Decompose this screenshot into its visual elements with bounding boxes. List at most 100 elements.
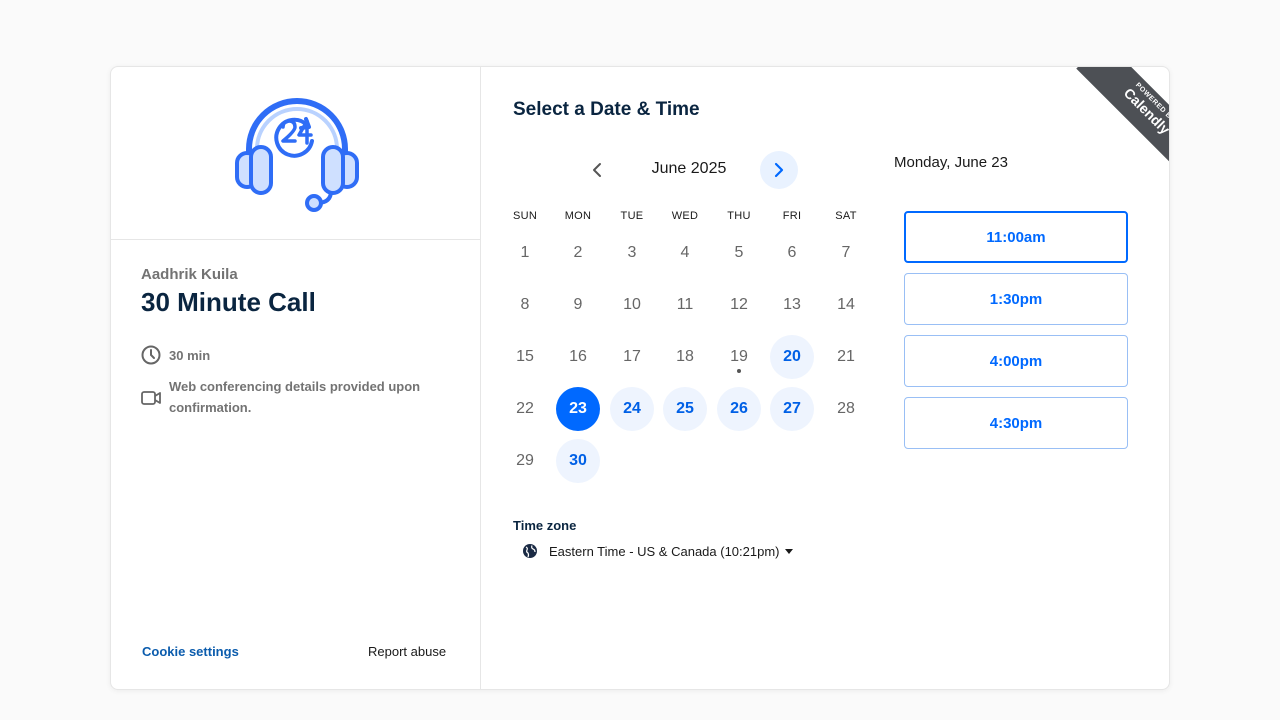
day-number: 13: [783, 296, 801, 313]
weekday-label: FRI: [782, 210, 802, 222]
event-details-panel: Aadhrik Kuila 30 Minute Call 30 min Web …: [111, 67, 481, 689]
day-number: 8: [520, 296, 530, 313]
day-number: 23: [569, 400, 587, 417]
duration-row: 30 min: [141, 345, 210, 366]
selected-date-heading: Monday, June 23: [894, 154, 1008, 171]
time-slot-button[interactable]: 11:00am: [904, 211, 1128, 263]
powered-by-badge[interactable]: POWERED BY Calendly: [1063, 67, 1169, 173]
day-number: 26: [730, 400, 748, 417]
day-number: 28: [837, 400, 855, 417]
time-slot-button[interactable]: 1:30pm: [904, 273, 1128, 325]
calendar-day: 17: [610, 335, 654, 379]
calendar-day: 5: [717, 231, 761, 275]
day-number: 4: [680, 244, 690, 261]
calendar-day-available[interactable]: 26: [717, 387, 761, 431]
headset-24-icon: [235, 98, 359, 212]
day-number: 20: [783, 348, 801, 365]
day-number: 30: [569, 452, 587, 469]
weekday-label: SUN: [512, 210, 538, 222]
duration-text: 30 min: [169, 348, 211, 363]
timezone-select[interactable]: Eastern Time - US & Canada (10:21pm): [522, 543, 793, 559]
day-number: 7: [841, 244, 851, 261]
calendar-day-available[interactable]: 25: [663, 387, 707, 431]
calendar-day: 1: [503, 231, 547, 275]
day-number: 29: [516, 452, 534, 469]
day-number: 3: [627, 244, 637, 261]
today-indicator-dot: [737, 369, 741, 373]
calendar-day: 6: [770, 231, 814, 275]
calendar-day: 12: [717, 283, 761, 327]
weekday-label: WED: [671, 210, 699, 222]
calendly-ribbon[interactable]: POWERED BY Calendly: [1076, 67, 1169, 173]
caret-down-icon: [784, 548, 793, 554]
calendar-day-available[interactable]: 20: [770, 335, 814, 379]
time-slot-button[interactable]: 4:30pm: [904, 397, 1128, 449]
calendar-day: 4: [663, 231, 707, 275]
day-number: 25: [676, 400, 694, 417]
time-slot-button[interactable]: 4:00pm: [904, 335, 1128, 387]
day-number: 16: [569, 348, 587, 365]
timezone-label: Time zone: [513, 518, 577, 533]
calendar-day-selected[interactable]: 23: [556, 387, 600, 431]
calendar-day-available[interactable]: 27: [770, 387, 814, 431]
weekday-label: TUE: [620, 210, 644, 222]
calendar-day-available[interactable]: 30: [556, 439, 600, 483]
weekday-label: MON: [564, 210, 592, 222]
previous-month-button[interactable]: [582, 151, 612, 189]
chevron-left-icon: [593, 163, 601, 177]
day-number: 15: [516, 348, 534, 365]
video-camera-icon: [141, 391, 161, 405]
day-number: 17: [623, 348, 641, 365]
calendar-day: 2: [556, 231, 600, 275]
cookie-settings-link[interactable]: Cookie settings: [142, 644, 239, 659]
day-number: 11: [676, 296, 694, 313]
day-number: 5: [734, 244, 744, 261]
conferencing-row: Web conferencing details provided upon c…: [141, 376, 441, 418]
day-number: 22: [516, 400, 534, 417]
month-navigation: June 2025: [582, 151, 802, 189]
day-number: 10: [623, 296, 641, 313]
select-date-title: Select a Date & Time: [513, 99, 700, 120]
event-title: 30 Minute Call: [141, 287, 316, 317]
calendar-day: 19: [717, 335, 761, 379]
calendar-day: 8: [503, 283, 547, 327]
weekday-label: SAT: [835, 210, 857, 222]
logo-area: [111, 67, 480, 240]
day-number: 12: [730, 296, 748, 313]
day-number: 14: [837, 296, 855, 313]
clock-icon: [141, 345, 161, 365]
calendar-day-available[interactable]: 24: [610, 387, 654, 431]
day-number: 18: [676, 348, 694, 365]
calendar-day: 16: [556, 335, 600, 379]
calendar-day: 22: [503, 387, 547, 431]
calendar-day: 29: [503, 439, 547, 483]
conferencing-text: Web conferencing details provided upon c…: [169, 379, 421, 415]
day-number: 6: [787, 244, 797, 261]
day-number: 27: [783, 400, 801, 417]
calendar-day: 15: [503, 335, 547, 379]
day-number: 24: [623, 400, 641, 417]
calendar-day: 18: [663, 335, 707, 379]
calendar-day: 13: [770, 283, 814, 327]
calendar-day: 10: [610, 283, 654, 327]
chevron-right-icon: [774, 162, 784, 178]
report-abuse-link[interactable]: Report abuse: [368, 644, 446, 659]
host-name: Aadhrik Kuila: [141, 266, 238, 283]
month-label: June 2025: [651, 160, 727, 177]
calendar-day: 3: [610, 231, 654, 275]
day-number: 21: [837, 348, 855, 365]
day-number: 19: [730, 348, 748, 365]
day-number: 9: [573, 296, 583, 313]
day-number: 2: [573, 244, 583, 261]
next-month-button[interactable]: [760, 151, 798, 189]
day-number: 1: [520, 244, 530, 261]
globe-icon: [523, 544, 537, 558]
calendar-day: 21: [824, 335, 868, 379]
weekday-label: THU: [727, 210, 751, 222]
calendar-day: 14: [824, 283, 868, 327]
booking-card: Aadhrik Kuila 30 Minute Call 30 min Web …: [110, 66, 1170, 690]
calendar-day: 28: [824, 387, 868, 431]
timezone-value: Eastern Time - US & Canada (10:21pm): [549, 543, 780, 559]
calendar-day: 9: [556, 283, 600, 327]
calendar-day: 7: [824, 231, 868, 275]
